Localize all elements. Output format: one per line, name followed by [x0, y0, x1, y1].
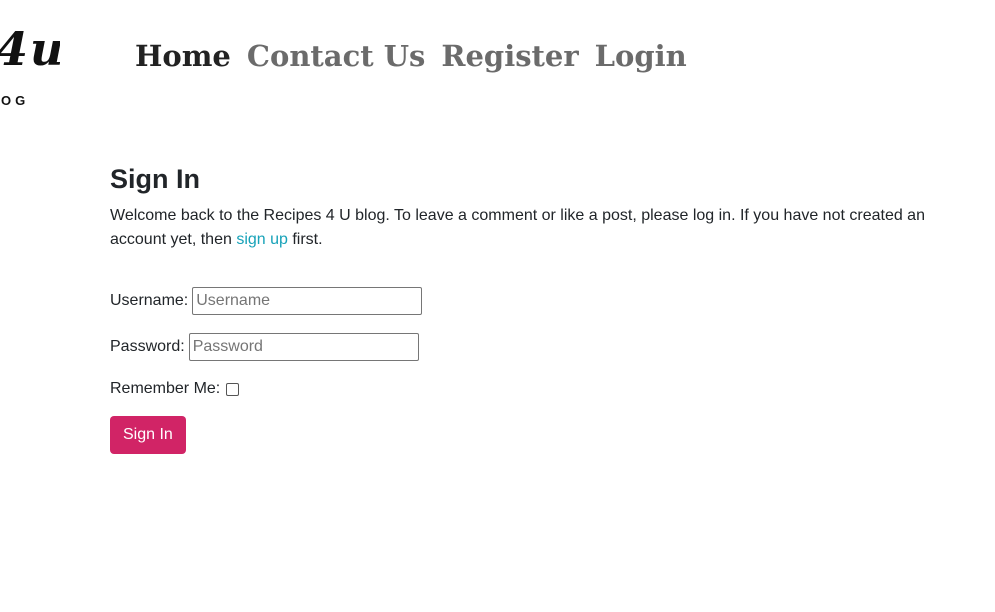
- nav-contact-us[interactable]: Contact Us: [247, 36, 425, 76]
- username-input[interactable]: [192, 287, 423, 315]
- site-logo[interactable]: 4u OG: [0, 18, 60, 113]
- nav-login[interactable]: Login: [595, 36, 687, 76]
- password-label: Password:: [110, 338, 185, 355]
- username-row: Username:: [110, 286, 960, 316]
- logo-subtitle: OG: [1, 93, 30, 108]
- signin-form: Username: Password: Remember Me: Sign In: [110, 286, 960, 454]
- main-nav: Home Contact Us Register Login: [135, 36, 687, 76]
- page-title: Sign In: [110, 164, 200, 194]
- page: 4u OG Home Contact Us Register Login Sig…: [0, 0, 995, 612]
- signup-link[interactable]: sign up: [236, 231, 288, 248]
- intro-text-before: Welcome back to the Recipes 4 U blog. To…: [110, 207, 925, 248]
- password-row: Password:: [110, 332, 960, 362]
- password-input[interactable]: [188, 333, 419, 361]
- intro-text-after: first.: [287, 231, 323, 248]
- logo-script-text: 4u: [0, 26, 60, 72]
- signin-section: Sign In Welcome back to the Recipes 4 U …: [110, 160, 960, 454]
- remember-label: Remember Me:: [110, 380, 221, 397]
- nav-home[interactable]: Home: [135, 36, 231, 76]
- signin-button[interactable]: Sign In: [110, 416, 186, 454]
- nav-register[interactable]: Register: [441, 36, 578, 76]
- signin-intro: Welcome back to the Recipes 4 U blog. To…: [110, 204, 960, 252]
- remember-row: Remember Me:: [110, 376, 960, 402]
- username-label: Username:: [110, 292, 189, 309]
- remember-checkbox[interactable]: [226, 382, 240, 396]
